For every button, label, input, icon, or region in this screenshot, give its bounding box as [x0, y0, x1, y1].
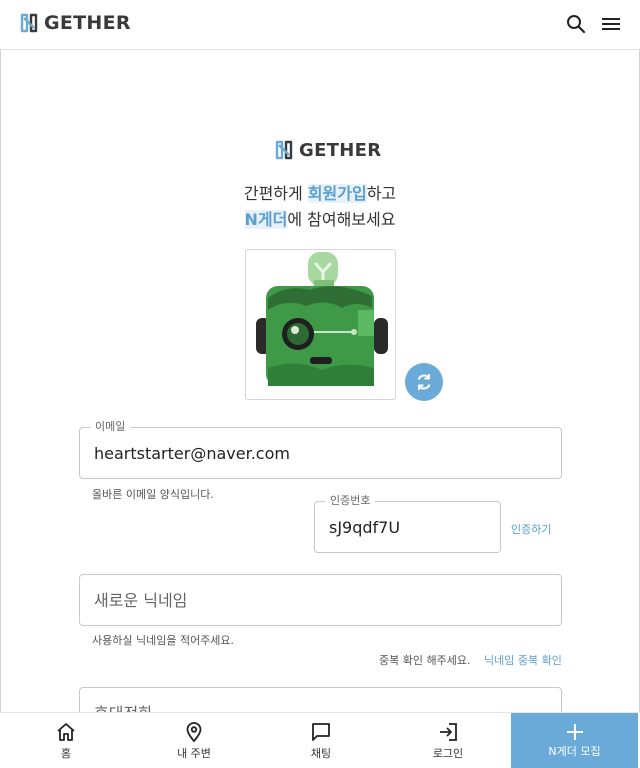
verification-code-field[interactable]: 인증번호 — [314, 494, 501, 553]
nav-label: 내 주변 — [177, 746, 211, 760]
nickname-helper-text: 사용하실 닉네임을 적어주세요. — [92, 634, 235, 647]
refresh-icon — [417, 374, 431, 390]
location-pin-icon — [186, 721, 202, 742]
login-icon — [440, 722, 457, 741]
nickname-duplicate-check-button[interactable]: 닉네임 중복 확인 — [484, 652, 562, 668]
header-brand: GETHER — [44, 12, 131, 34]
tagline-highlight: 회원가입 — [307, 184, 367, 203]
nav-item-home[interactable]: 홈 — [26, 713, 106, 768]
home-icon — [57, 722, 75, 741]
nickname-input[interactable] — [80, 575, 561, 625]
create-gathering-button[interactable]: N게더 모집 — [511, 713, 638, 768]
nav-item-login[interactable]: 로그인 — [408, 713, 488, 768]
refresh-avatar-button[interactable] — [405, 363, 443, 401]
nav-label: 홈 — [60, 746, 72, 760]
nickname-field[interactable] — [79, 574, 562, 626]
plus-icon — [566, 724, 583, 740]
profile-avatar — [245, 249, 396, 400]
tagline-text: 에 참여해보세요 — [287, 210, 396, 229]
email-field[interactable]: 이메일 — [79, 420, 562, 479]
header-logo[interactable]: GETHER — [18, 12, 131, 34]
tagline-text: 하고 — [366, 184, 397, 203]
robot-avatar-image — [256, 252, 388, 386]
chat-icon — [312, 722, 330, 741]
gether-logo-icon — [275, 140, 293, 160]
verify-button[interactable]: 인증하기 — [511, 521, 551, 537]
nav-item-chat[interactable]: 채팅 — [281, 713, 361, 768]
bottom-navigation: 홈 내 주변 채팅 로그인 N게더 모집 — [0, 712, 640, 768]
search-icon[interactable] — [566, 14, 586, 34]
hamburger-menu-icon[interactable] — [601, 14, 621, 34]
email-input[interactable] — [80, 428, 561, 478]
signup-tagline-line1: 간편하게 회원가입하고 — [0, 180, 640, 204]
signup-logo: GETHER — [273, 139, 381, 161]
tagline-highlight: N게더 — [244, 210, 288, 229]
duplicate-check-notice: 중복 확인 해주세요. — [379, 654, 471, 667]
signup-tagline-line2: N게더에 참여해보세요 — [0, 206, 640, 230]
tagline-text: 간편하게 — [243, 184, 308, 203]
nav-label: 로그인 — [432, 746, 464, 760]
cta-label: N게더 모집 — [548, 745, 601, 758]
verification-code-input[interactable] — [315, 502, 500, 552]
email-helper-text: 올바른 이메일 양식입니다. — [92, 488, 214, 501]
signup-brand: GETHER — [299, 139, 382, 161]
top-header: GETHER — [0, 0, 640, 50]
gether-logo-icon — [20, 13, 38, 33]
nav-item-nearby[interactable]: 내 주변 — [154, 713, 234, 768]
nav-label: 채팅 — [310, 746, 332, 760]
